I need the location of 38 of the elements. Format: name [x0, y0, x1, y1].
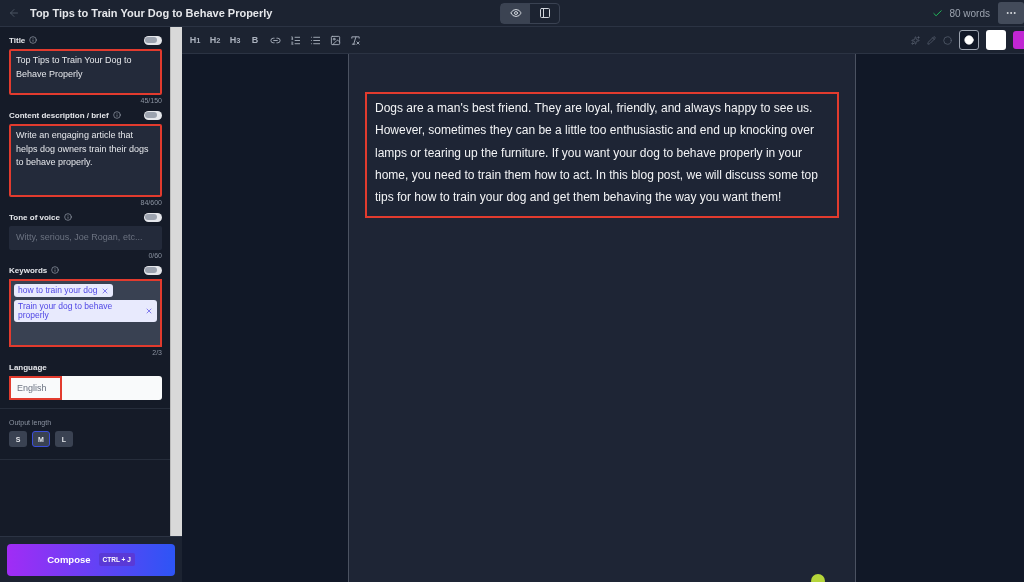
info-icon[interactable] — [112, 111, 121, 119]
circle-icon[interactable] — [943, 35, 952, 45]
swatch-button[interactable] — [1013, 31, 1024, 49]
eye-icon — [509, 7, 522, 19]
document-title: Top Tips to Train Your Dog to Behave Properly — [30, 7, 274, 19]
text-area[interactable]: Write an engaging article that helps dog owners train their dogs to behave properly. — [9, 124, 162, 197]
circle-button[interactable] — [959, 30, 979, 50]
info-icon[interactable] — [51, 266, 60, 274]
scrollbar[interactable] — [170, 27, 182, 536]
back-icon[interactable] — [8, 7, 20, 19]
info-icon[interactable] — [63, 213, 72, 221]
remove-icon[interactable] — [101, 286, 110, 295]
field-label: Title — [9, 35, 26, 45]
toggle-switch[interactable] — [144, 110, 162, 120]
format-button[interactable]: B — [248, 31, 262, 49]
keyword-tag: how to train your dog — [14, 284, 114, 297]
preview-button[interactable] — [501, 3, 530, 23]
text-area[interactable]: Top Tips to Train Your Dog to Behave Properly — [9, 49, 162, 95]
word-count: 80 words — [949, 7, 990, 19]
remove-icon[interactable] — [145, 307, 153, 315]
toggle-switch[interactable] — [144, 212, 162, 222]
keyword-tag: Train your dog to behave properly — [14, 300, 157, 322]
keywords-field[interactable]: how to train your dog Train your dog to behave properly — [9, 279, 162, 347]
field-label: Content description / brief — [9, 110, 109, 120]
panel-icon — [538, 7, 551, 19]
paragraph: Dogs are a man's best friend. They are loyal, friendly, and always happy to see us. However, sometimes they can be a little too enthusiastic and end up knocking over lamps or tearing up the furniture. If you want your dog to behave properly in your home, you need to train them how to act. In this blog post, we will discuss some top tips for how to train your dog and get them behaving the way you want them! — [365, 92, 839, 219]
dot-icon — [964, 35, 974, 45]
square-button[interactable] — [986, 30, 1006, 50]
toggle-switch[interactable] — [144, 35, 162, 45]
sparkle-icon[interactable] — [911, 35, 920, 45]
check-icon — [932, 7, 944, 19]
info-icon[interactable] — [29, 36, 38, 44]
language-select[interactable]: English — [9, 376, 162, 400]
field-label: Tone of voice — [9, 212, 60, 222]
field-label: Language — [9, 362, 47, 372]
more-button[interactable] — [998, 2, 1024, 24]
field-label: Keywords — [9, 265, 48, 275]
toggle-switch[interactable] — [144, 265, 162, 275]
